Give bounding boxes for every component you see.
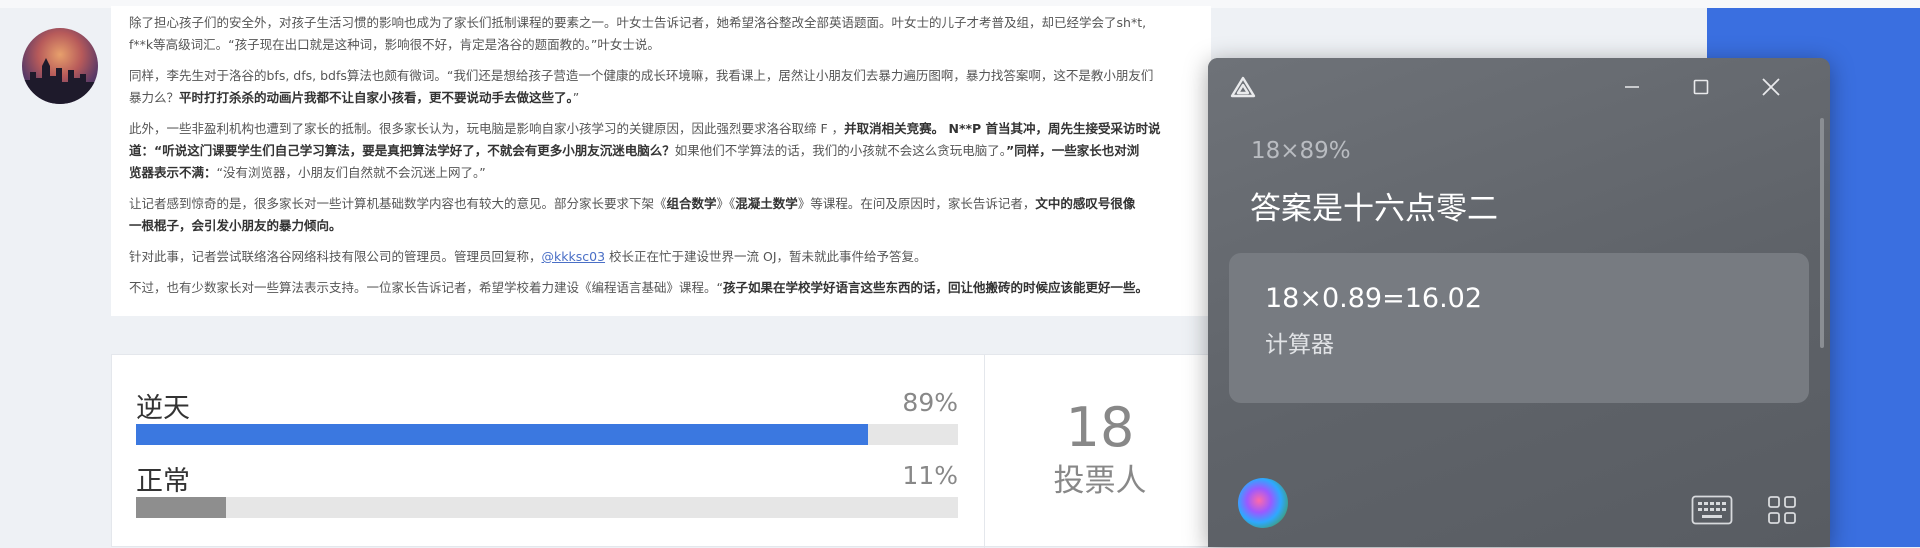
minimize-icon[interactable] [1615, 70, 1649, 104]
poll-option-percent: 89% [902, 388, 958, 417]
paragraph-line: 同样，李先生对于洛谷的bfs, dfs, bdfs算法也颇有微词。“我们还是想给… [129, 68, 1154, 83]
spoken-answer-text: 答案是十六点零二 [1250, 191, 1498, 227]
poll-option-bar-fill [136, 424, 868, 445]
app-logo-icon [1227, 72, 1259, 104]
paragraph-line: 不过，也有少数家长对一些算法表示支持。一位家长告诉记者，希望学校着力建设《编程语… [129, 280, 1148, 295]
author-avatar[interactable] [22, 28, 98, 104]
calculator-result-card[interactable]: 18×0.89=16.02 计算器 [1229, 253, 1809, 403]
apps-grid-icon[interactable] [1767, 495, 1797, 525]
voters-label: 投票人 [1053, 463, 1147, 499]
voters-count: 18 [1065, 396, 1135, 459]
paragraph-line: 一根棍子，会引发小朋友的暴力倾向。 [129, 218, 342, 233]
paragraph-line: 针对此事，记者尝试联络洛谷网络科技有限公司的管理员。管理员回复称，@kkksc0… [129, 249, 927, 264]
paragraph-line: f**k等高级词汇。“孩子现在出口就是这种词，影响很不好，肯定是洛谷的题面教的。… [129, 37, 660, 52]
maximize-icon[interactable] [1684, 70, 1718, 104]
poll-option-label[interactable]: 逆天 [136, 386, 190, 425]
paragraph-line: 暴力么？平时打打杀杀的动画片我都不让自家小孩看，更不要说动手去做这些了。” [129, 90, 580, 105]
paragraph-line: 除了担心孩子们的安全外，对孩子生活习惯的影响也成为了家长们抵制课程的要素之一。叶… [129, 15, 1147, 30]
calculator-expression: 18×0.89=16.02 [1265, 283, 1483, 314]
paragraph-line: 此外，一些非盈利机构也遭到了家长的抵制。很多家长认为，玩电脑是影响自家小孩学习的… [129, 121, 1161, 136]
poll-option-bar-fill [136, 497, 227, 518]
assistant-window: 18×89% 答案是十六点零二 18×0.89=16.02 计算器 [1208, 58, 1830, 547]
poll-option-label[interactable]: 正常 [136, 459, 190, 498]
poll-option-bar[interactable] [136, 497, 958, 518]
poll-option-percent: 11% [902, 461, 958, 490]
poll-option-bar[interactable] [136, 424, 958, 445]
calculator-source-label: 计算器 [1265, 332, 1334, 358]
poll-divider [984, 355, 985, 548]
article-body: 除了担心孩子们的安全外，对孩子生活习惯的影响也成为了家长们抵制课程的要素之一。叶… [111, 6, 1211, 316]
close-icon[interactable] [1754, 70, 1788, 104]
voice-orb-icon[interactable] [1238, 478, 1288, 528]
user-mention-link[interactable]: @kkksc03 [542, 249, 606, 264]
paragraph-line: 览器表示不满：“没有浏览器，小朋友们自然就不会沉迷上网了。” [129, 165, 486, 180]
keyboard-icon[interactable] [1691, 495, 1733, 525]
avatar-skyline-icon [22, 58, 98, 104]
paragraph-line: 让记者感到惊奇的是，很多家长对一些计算机基础数学内容也有较大的意见。部分家长要求… [129, 196, 1136, 211]
scrollbar[interactable] [1820, 118, 1824, 348]
paragraph-line: 道：“听说这门课要学生们自己学习算法，要是真把算法学好了，不就会有更多小朋友沉迷… [129, 143, 1140, 158]
voice-query-text: 18×89% [1251, 138, 1351, 164]
